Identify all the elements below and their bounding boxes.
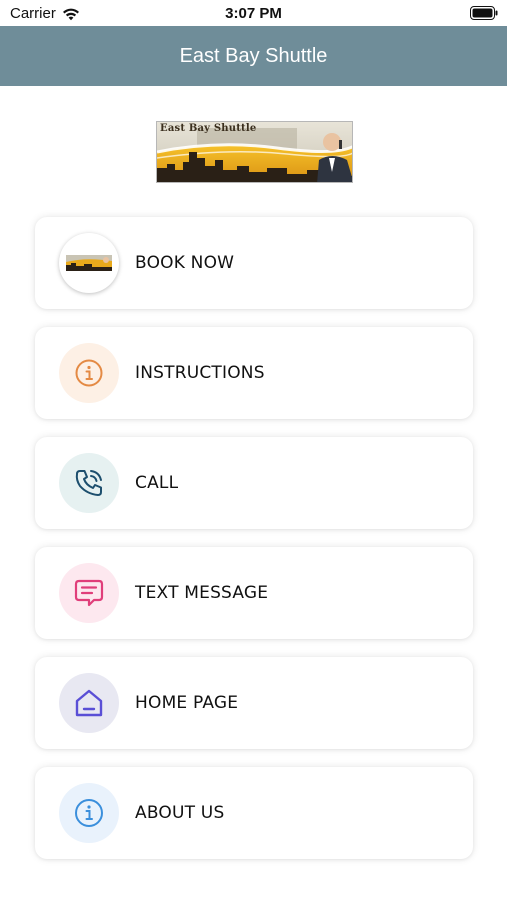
message-icon [74,579,104,607]
home-page-button[interactable]: HOME PAGE [35,657,473,749]
text-message-label: TEXT MESSAGE [135,583,269,603]
book-now-icon-circle [59,233,119,293]
navigation-bar: East Bay Shuttle [0,26,507,86]
instructions-icon-circle [59,343,119,403]
home-page-icon-circle [59,673,119,733]
app-logo: East Bay Shuttle [156,121,353,183]
info-icon [75,799,103,827]
instructions-label: INSTRUCTIONS [135,363,265,383]
call-icon-circle [59,453,119,513]
menu-list: BOOK NOW INSTRUCTIONS CALL TEXT MESSAGE … [35,217,473,877]
book-now-label: BOOK NOW [135,253,235,273]
logo-text: East Bay Shuttle [160,123,257,134]
text-message-button[interactable]: TEXT MESSAGE [35,547,473,639]
instructions-button[interactable]: INSTRUCTIONS [35,327,473,419]
home-icon [75,689,103,717]
call-button[interactable]: CALL [35,437,473,529]
info-icon [75,359,103,387]
text-message-icon-circle [59,563,119,623]
about-us-label: ABOUT US [135,803,225,823]
status-time: 3:07 PM [225,5,282,22]
about-us-button[interactable]: ABOUT US [35,767,473,859]
status-bar: Carrier 3:07 PM [0,0,507,26]
call-label: CALL [135,473,179,493]
home-page-label: HOME PAGE [135,693,239,713]
phone-call-icon [75,470,102,496]
nav-title: East Bay Shuttle [179,44,328,67]
about-us-icon-circle [59,783,119,843]
battery-icon [470,6,498,20]
book-now-button[interactable]: BOOK NOW [35,217,473,309]
shuttle-thumbnail-icon [66,255,112,271]
